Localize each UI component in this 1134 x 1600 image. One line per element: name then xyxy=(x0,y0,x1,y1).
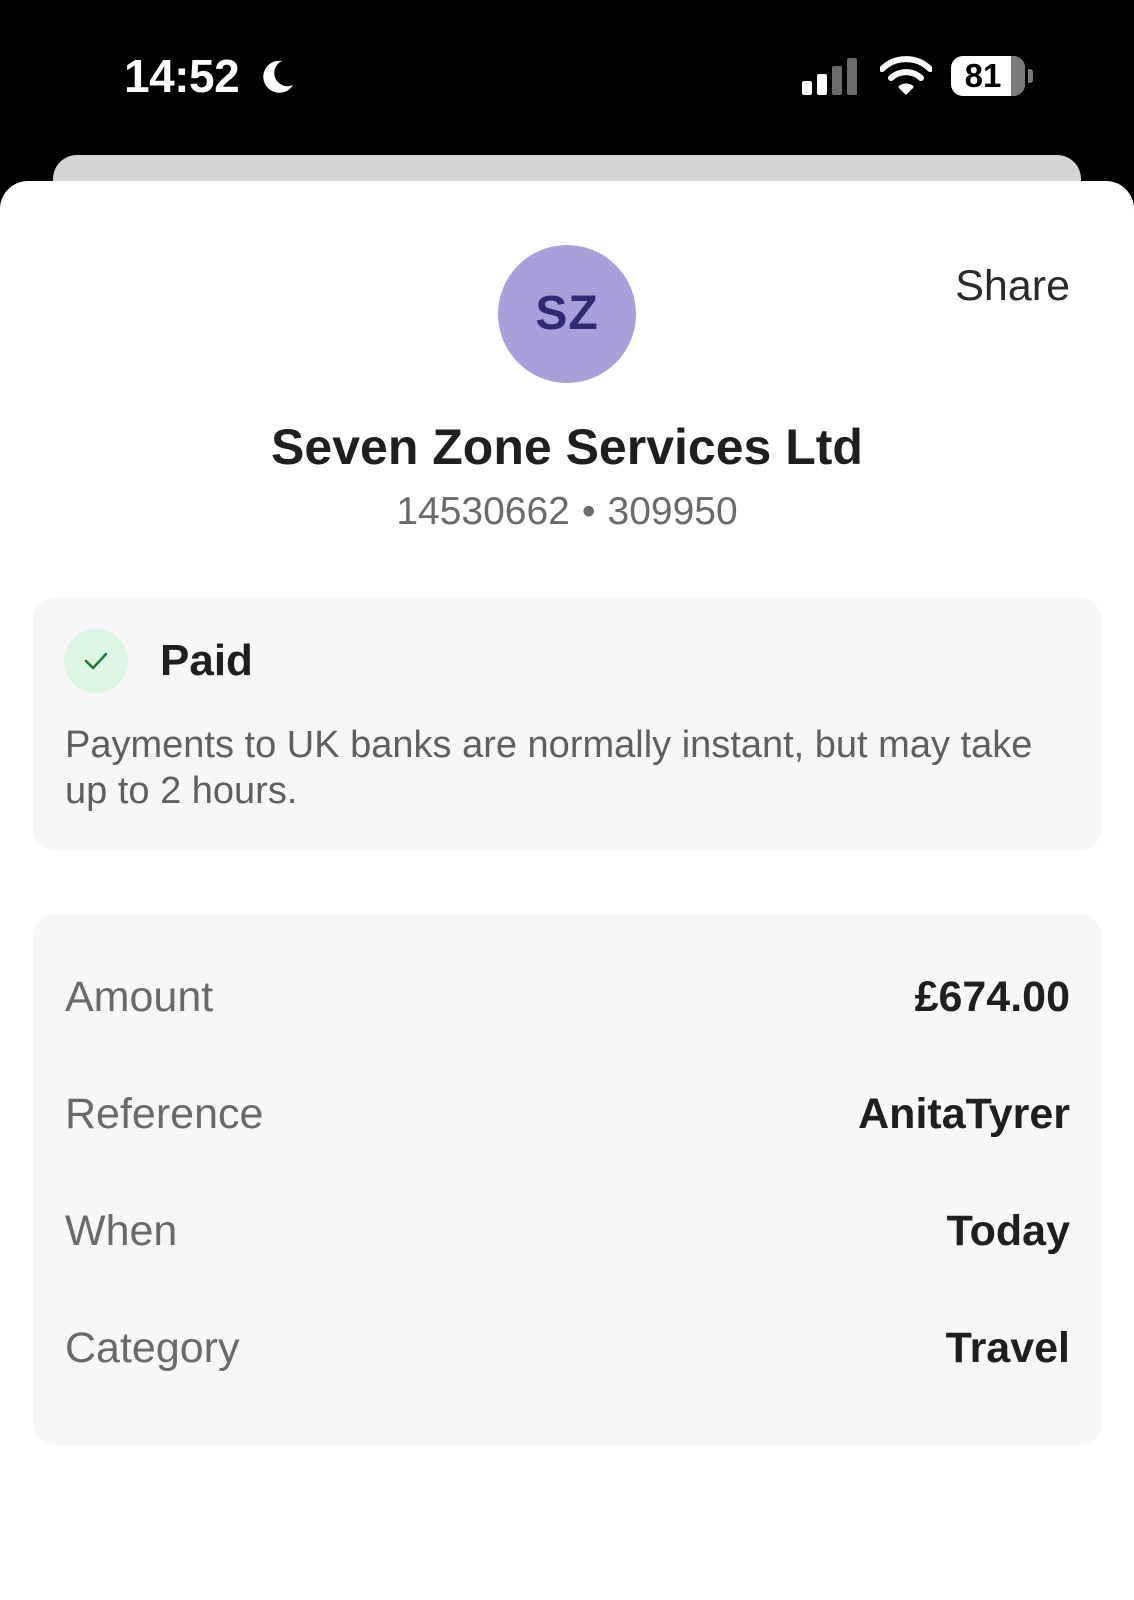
payment-details-card: Amount £674.00 Reference AnitaTyrer When… xyxy=(33,914,1102,1445)
detail-label: Amount xyxy=(65,973,214,1021)
detail-value: Travel xyxy=(945,1324,1070,1372)
moon-icon xyxy=(263,60,293,93)
share-button[interactable]: Share xyxy=(955,262,1070,310)
detail-row-reference: Reference AnitaTyrer xyxy=(65,1084,1070,1144)
wifi-icon xyxy=(880,56,932,95)
detail-row-amount: Amount £674.00 xyxy=(65,967,1070,1027)
signal-icon xyxy=(802,58,857,95)
status-bar: 14:52 81 xyxy=(0,0,1134,155)
battery-body: 81 xyxy=(951,56,1025,96)
detail-label: Category xyxy=(65,1324,240,1372)
transaction-sheet: Share SZ Seven Zone Services Ltd 1453066… xyxy=(0,181,1134,1600)
payment-status-card: Paid Payments to UK banks are normally i… xyxy=(33,598,1102,850)
status-description: Payments to UK banks are normally instan… xyxy=(65,724,1033,812)
detail-value: Today xyxy=(946,1207,1070,1255)
detail-label: When xyxy=(65,1207,178,1255)
detail-row-when: When Today xyxy=(65,1201,1070,1261)
account-details: 14530662 • 309950 xyxy=(0,489,1134,535)
battery-icon: 81 xyxy=(951,56,1033,96)
battery-tip xyxy=(1028,69,1033,83)
separator-dot: • xyxy=(581,490,596,533)
payee-name: Seven Zone Services Ltd xyxy=(271,419,863,475)
detail-row-category[interactable]: Category Travel xyxy=(65,1318,1070,1378)
check-icon xyxy=(64,629,128,693)
battery-level: 81 xyxy=(964,57,1002,94)
status-time: 14:52 xyxy=(124,50,240,102)
sort-code: 309950 xyxy=(607,490,738,533)
status-label: Paid xyxy=(160,636,253,685)
account-number: 14530662 xyxy=(396,490,570,533)
detail-value: AnitaTyrer xyxy=(858,1090,1070,1138)
avatar: SZ xyxy=(498,245,636,383)
detail-label: Reference xyxy=(65,1090,264,1138)
detail-value: £674.00 xyxy=(914,973,1070,1021)
